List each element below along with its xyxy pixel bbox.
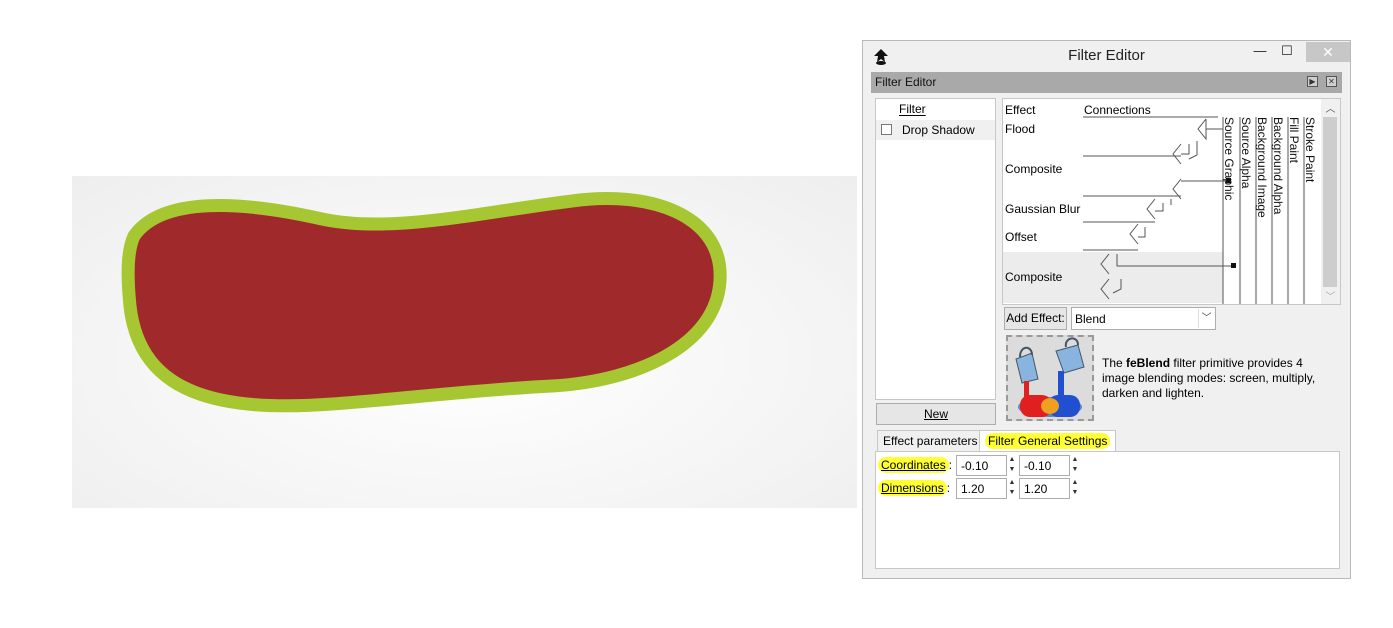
filter-list: Filter Drop Shadow xyxy=(875,98,996,400)
effect-name-bold: feBlend xyxy=(1126,356,1171,370)
list-item[interactable]: Drop Shadow xyxy=(876,120,995,140)
close-button[interactable]: ✕ xyxy=(1306,42,1350,62)
filter-editor-window: Filter Editor — ☐ ✕ Filter Editor ▶ ✕ Fi… xyxy=(862,40,1351,579)
chevron-up-icon[interactable]: ︿ xyxy=(1321,100,1340,115)
coordinates-label: Coordinates: xyxy=(878,457,952,473)
input-fill-paint: Fill Paint xyxy=(1287,117,1301,164)
filter-general-settings-panel: Coordinates: -0.10 ▲ ▼ -0.10 ▲ ▼ Dimension… xyxy=(875,451,1340,569)
input-stroke-paint: Stroke Paint xyxy=(1303,117,1317,183)
drawing-canvas[interactable] xyxy=(72,176,857,508)
dock-bar: Filter Editor ▶ ✕ xyxy=(871,72,1342,93)
shape-svg xyxy=(121,192,727,413)
coordinate-y-input[interactable]: -0.10 xyxy=(1019,455,1070,476)
effects-scrollbar[interactable]: ︿ ﹀ xyxy=(1321,99,1340,304)
input-source-graphic: Source Graphic xyxy=(1222,117,1236,201)
chevron-down-icon[interactable]: ﹀ xyxy=(1198,309,1214,328)
scroll-thumb[interactable] xyxy=(1323,117,1337,287)
dimension-width-stepper[interactable]: ▲ ▼ xyxy=(1007,478,1017,499)
effects-panel: Effect Connections Flood Composite Gauss… xyxy=(1002,98,1341,305)
coordinate-y-stepper[interactable]: ▲ ▼ xyxy=(1070,455,1080,476)
dimension-height-input[interactable]: 1.20 xyxy=(1019,478,1070,499)
filter-name: Drop Shadow xyxy=(902,123,975,137)
chevron-down-icon[interactable]: ﹀ xyxy=(1321,288,1340,303)
input-background-image: Background Image xyxy=(1255,117,1269,218)
dock-play-icon[interactable]: ▶ xyxy=(1307,76,1318,87)
tab-filter-general-settings[interactable]: Filter General Settings xyxy=(979,430,1117,452)
new-filter-button[interactable]: New xyxy=(876,403,996,425)
coordinate-x-stepper[interactable]: ▲ ▼ xyxy=(1007,455,1017,476)
minimize-button[interactable]: — xyxy=(1246,42,1274,62)
dock-title: Filter Editor xyxy=(875,75,937,89)
input-background-alpha: Background Alpha xyxy=(1271,117,1285,215)
effect-description: The feBlend filter primitive provides 4 … xyxy=(1102,356,1316,400)
effect-type-select[interactable]: Blend ﹀ xyxy=(1071,307,1216,330)
dimensions-label: Dimensions: xyxy=(878,480,950,496)
tab-label: Filter General Settings xyxy=(985,433,1111,449)
title-bar[interactable]: Filter Editor — ☐ ✕ xyxy=(863,41,1350,71)
input-source-alpha: Source Alpha xyxy=(1239,117,1253,189)
dimension-height-stepper[interactable]: ▲ ▼ xyxy=(1070,478,1080,499)
effect-type-value: Blend xyxy=(1075,312,1106,326)
coordinate-x-input[interactable]: -0.10 xyxy=(956,455,1007,476)
paint-buckets-icon xyxy=(1015,337,1085,417)
dock-close-icon[interactable]: ✕ xyxy=(1326,76,1337,87)
maximize-button[interactable]: ☐ xyxy=(1273,42,1301,62)
filter-column-header[interactable]: Filter xyxy=(876,102,995,118)
tab-effect-parameters[interactable]: Effect parameters xyxy=(877,430,984,452)
add-effect-button[interactable]: Add Effect: xyxy=(1004,307,1067,330)
blend-effect-icon xyxy=(1006,335,1094,421)
filter-checkbox[interactable] xyxy=(881,124,892,135)
dimension-width-input[interactable]: 1.20 xyxy=(956,478,1007,499)
blob-shape[interactable] xyxy=(121,192,727,413)
